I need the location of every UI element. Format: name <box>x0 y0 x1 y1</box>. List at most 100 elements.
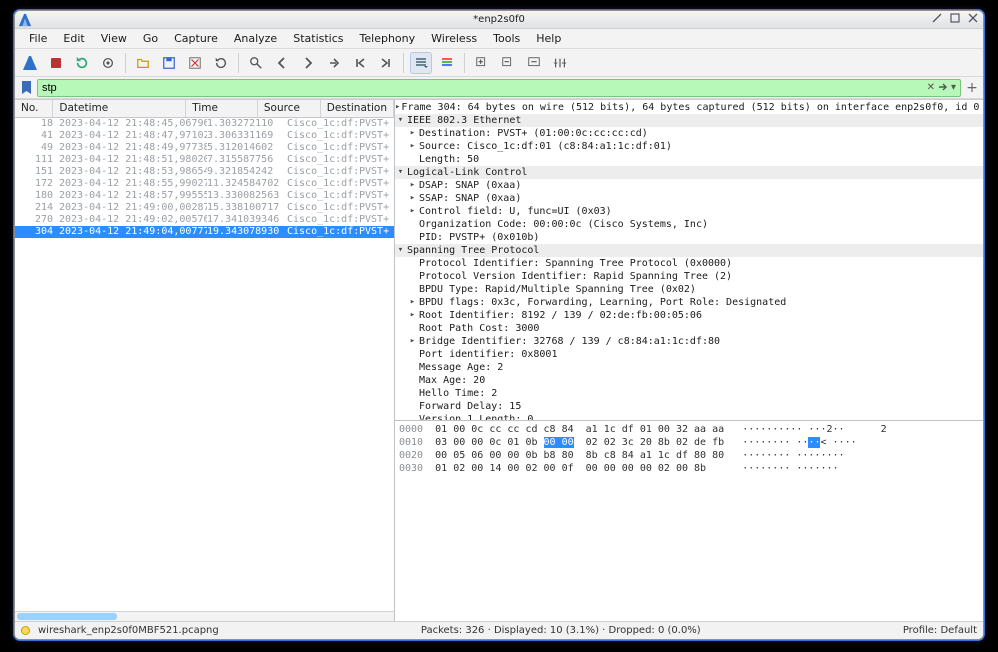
resize-columns-button[interactable] <box>549 52 571 74</box>
go-to-packet-button[interactable] <box>323 52 345 74</box>
tree-llc-ctl[interactable]: Control field: U, func=UI (0x03) <box>419 205 612 218</box>
collapse-icon[interactable]: ▾ <box>395 167 406 178</box>
packet-row[interactable]: 1802023-04-12 21:48:57,9955574…13.330082… <box>15 190 394 202</box>
tree-eth-len[interactable]: Length: 50 <box>419 153 479 166</box>
col-header-datetime[interactable]: Datetime <box>53 100 186 117</box>
expand-icon[interactable]: ▸ <box>407 310 418 321</box>
colorize-button[interactable] <box>436 52 458 74</box>
autoscroll-button[interactable] <box>410 52 432 74</box>
reload-button[interactable] <box>210 52 232 74</box>
expand-icon[interactable]: ▸ <box>407 206 418 217</box>
go-back-button[interactable] <box>271 52 293 74</box>
tree-stp-v1len[interactable]: Version 1 Length: 0 <box>419 413 533 421</box>
start-capture-button[interactable] <box>19 52 41 74</box>
expert-info-icon[interactable] <box>21 626 30 635</box>
status-profile[interactable]: Profile: Default <box>903 625 977 636</box>
tree-stp[interactable]: Spanning Tree Protocol <box>407 244 539 257</box>
close-button[interactable] <box>967 12 979 24</box>
col-header-time[interactable]: Time <box>186 100 258 117</box>
tree-stp-maxage[interactable]: Max Age: 20 <box>419 374 485 387</box>
expand-icon[interactable]: ▸ <box>407 193 418 204</box>
tree-stp-ver[interactable]: Protocol Version Identifier: Rapid Spann… <box>419 270 732 283</box>
maximize-button[interactable] <box>949 12 961 24</box>
tree-eth-dst[interactable]: Destination: PVST+ (01:00:0c:cc:cc:cd) <box>419 127 648 140</box>
expand-icon[interactable]: ▸ <box>407 297 418 308</box>
tree-stp-bpdu[interactable]: BPDU Type: Rapid/Multiple Spanning Tree … <box>419 283 696 296</box>
menu-capture[interactable]: Capture <box>166 30 226 47</box>
col-header-destination[interactable]: Destination <box>321 100 394 117</box>
menu-tools[interactable]: Tools <box>485 30 528 47</box>
go-first-button[interactable] <box>349 52 371 74</box>
tree-llc-pid[interactable]: PID: PVSTP+ (0x010b) <box>419 231 539 244</box>
tree-stp-protoid[interactable]: Protocol Identifier: Spanning Tree Proto… <box>419 257 732 270</box>
hex-view[interactable]: 0000 01 00 0c cc cc cd c8 84 a1 1c df 01… <box>395 421 983 621</box>
filter-clear-icon[interactable]: ✕ <box>927 82 935 93</box>
packet-row[interactable]: 3042023-04-12 21:49:04,0077737…19.343078… <box>15 226 394 238</box>
collapse-icon[interactable]: ▾ <box>395 245 406 256</box>
save-file-button[interactable] <box>158 52 180 74</box>
find-button[interactable] <box>245 52 267 74</box>
expand-icon[interactable]: ▸ <box>407 141 418 152</box>
tree-eth-src[interactable]: Source: Cisco_1c:df:01 (c8:84:a1:1c:df:0… <box>419 140 672 153</box>
tree-stp-root[interactable]: Root Identifier: 8192 / 139 / 02:de:fb:0… <box>419 309 702 322</box>
zoom-out-button[interactable] <box>497 52 519 74</box>
bookmark-icon[interactable] <box>19 81 33 95</box>
menu-go[interactable]: Go <box>135 30 166 47</box>
tree-stp-cost[interactable]: Root Path Cost: 3000 <box>419 322 539 335</box>
expand-icon[interactable]: ▸ <box>395 102 400 113</box>
tree-llc-org[interactable]: Organization Code: 00:00:0c (Cisco Syste… <box>419 218 708 231</box>
menu-view[interactable]: View <box>93 30 135 47</box>
menu-edit[interactable]: Edit <box>55 30 92 47</box>
menu-help[interactable]: Help <box>528 30 569 47</box>
packet-list-scrollbar[interactable] <box>15 611 394 621</box>
col-header-no[interactable]: No. <box>15 100 53 117</box>
stop-capture-button[interactable] <box>45 52 67 74</box>
filter-dropdown-icon[interactable]: ▾ <box>951 82 956 93</box>
close-file-button[interactable] <box>184 52 206 74</box>
tree-stp-flags[interactable]: BPDU flags: 0x3c, Forwarding, Learning, … <box>419 296 786 309</box>
expand-icon[interactable]: ▸ <box>407 336 418 347</box>
menu-wireless[interactable]: Wireless <box>423 30 485 47</box>
packet-list[interactable]: 182023-04-12 21:48:45,0679669…1.30327211… <box>15 118 394 611</box>
minimize-button[interactable] <box>931 12 943 24</box>
zoom-in-button[interactable] <box>471 52 493 74</box>
packet-list-header[interactable]: No. Datetime Time Source Destination <box>15 100 394 118</box>
tree-stp-port[interactable]: Port identifier: 0x8001 <box>419 348 557 361</box>
packet-details-tree[interactable]: ▸Frame 304: 64 bytes on wire (512 bits),… <box>395 100 983 421</box>
tree-stp-msgage[interactable]: Message Age: 2 <box>419 361 503 374</box>
menu-statistics[interactable]: Statistics <box>285 30 351 47</box>
open-file-button[interactable] <box>132 52 154 74</box>
titlebar[interactable]: *enp2s0f0 <box>15 11 983 29</box>
capture-options-button[interactable] <box>97 52 119 74</box>
menu-analyze[interactable]: Analyze <box>226 30 285 47</box>
packet-row[interactable]: 412023-04-12 21:48:47,9710206…3.30633116… <box>15 130 394 142</box>
col-header-source[interactable]: Source <box>258 100 321 117</box>
packet-row[interactable]: 1512023-04-12 21:48:53,9865490…9.3218542… <box>15 166 394 178</box>
tree-llc-ssap[interactable]: SSAP: SNAP (0xaa) <box>419 192 521 205</box>
tree-stp-hello[interactable]: Hello Time: 2 <box>419 387 497 400</box>
scrollbar-thumb[interactable] <box>17 613 117 620</box>
packet-row[interactable]: 1722023-04-12 21:48:55,9902795…11.324584… <box>15 178 394 190</box>
tree-llc[interactable]: Logical-Link Control <box>407 166 527 179</box>
add-filter-button[interactable]: + <box>965 80 979 96</box>
status-file[interactable]: wireshark_enp2s0f0MBF521.pcapng <box>38 625 219 636</box>
expand-icon[interactable]: ▸ <box>407 128 418 139</box>
tree-frame[interactable]: Frame 304: 64 bytes on wire (512 bits), … <box>401 101 979 114</box>
packet-row[interactable]: 1112023-04-12 21:48:51,9802026…7.3155877… <box>15 154 394 166</box>
collapse-icon[interactable]: ▾ <box>395 115 406 126</box>
menu-telephony[interactable]: Telephony <box>352 30 424 47</box>
expand-icon[interactable]: ▸ <box>407 180 418 191</box>
tree-eth[interactable]: IEEE 802.3 Ethernet <box>407 114 521 127</box>
go-last-button[interactable] <box>375 52 397 74</box>
tree-stp-fd[interactable]: Forward Delay: 15 <box>419 400 521 413</box>
tree-stp-bridge[interactable]: Bridge Identifier: 32768 / 139 / c8:84:a… <box>419 335 720 348</box>
go-forward-button[interactable] <box>297 52 319 74</box>
packet-row[interactable]: 2142023-04-12 21:49:00,0028755…15.338100… <box>15 202 394 214</box>
zoom-reset-button[interactable] <box>523 52 545 74</box>
packet-row[interactable]: 182023-04-12 21:48:45,0679669…1.30327211… <box>15 118 394 130</box>
packet-row[interactable]: 492023-04-12 21:48:49,9773895…5.31201460… <box>15 142 394 154</box>
filter-apply-icon[interactable] <box>938 82 948 93</box>
packet-row[interactable]: 2702023-04-12 21:49:02,0057693…17.341039… <box>15 214 394 226</box>
restart-capture-button[interactable] <box>71 52 93 74</box>
tree-llc-dsap[interactable]: DSAP: SNAP (0xaa) <box>419 179 521 192</box>
